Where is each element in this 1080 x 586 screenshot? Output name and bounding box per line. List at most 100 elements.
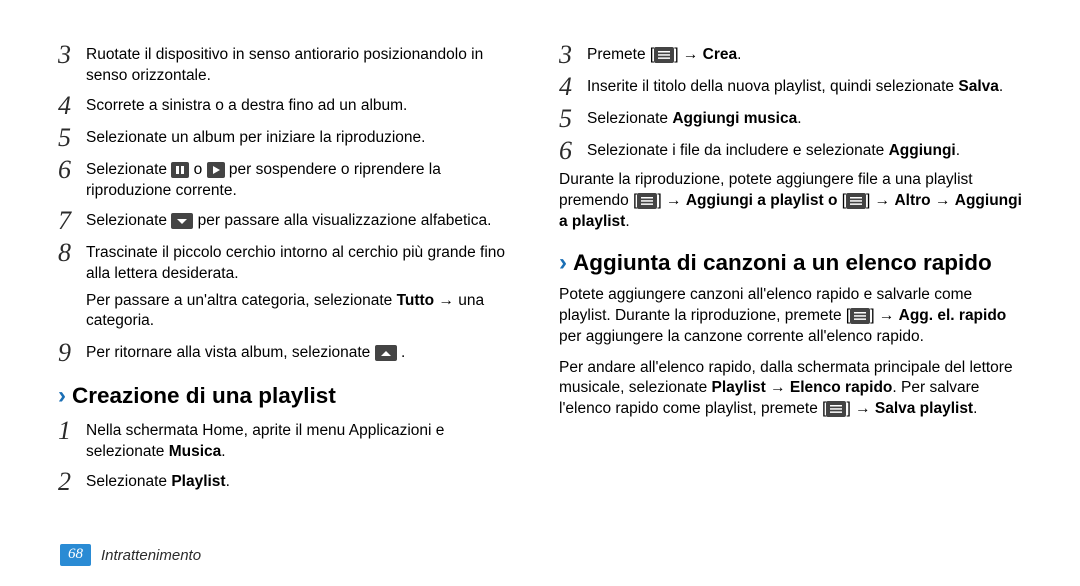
text-part: .: [999, 78, 1003, 95]
step-7: 7 Selezionate per passare alla visualizz…: [58, 208, 521, 234]
text-part: Selezionate: [86, 473, 171, 490]
text-part: .: [226, 473, 230, 490]
step-number: 5: [58, 125, 86, 151]
text-part: ] →: [870, 307, 898, 324]
step-6: 6 Selezionate o per sospendere o riprend…: [58, 157, 521, 202]
step-1-playlist: 1 Nella schermata Home, aprite il menu A…: [58, 418, 521, 463]
step-3: 3 Ruotate il dispositivo in senso antior…: [58, 42, 521, 87]
bold-text: Crea: [703, 46, 737, 63]
text-part: .: [401, 344, 405, 361]
step-text: Scorrete a sinistra o a destra fino ad u…: [86, 93, 407, 117]
bold-text: Aggiungi: [889, 142, 956, 159]
step-5-right: 5 Selezionate Aggiungi musica.: [559, 106, 1022, 132]
text-part: .: [956, 142, 960, 159]
step-text: Nella schermata Home, aprite il menu App…: [86, 418, 521, 463]
playback-note: Durante la riproduzione, potete aggiunge…: [559, 170, 1022, 233]
step-4: 4 Scorrete a sinistra o a destra fino ad…: [58, 93, 521, 119]
bold-text: Salva: [958, 78, 999, 95]
step-text: Per ritornare alla vista album, selezion…: [86, 340, 405, 364]
menu-icon: [637, 193, 657, 209]
text-part: Inserite il titolo della nuova playlist,…: [587, 78, 958, 95]
text-part: [: [837, 192, 846, 209]
bold-text: Altro: [894, 192, 930, 209]
page-footer: 68 Intrattenimento: [60, 544, 201, 566]
right-column: 3 Premete [ ] → Crea. 4 Inserite il titol…: [559, 42, 1022, 522]
text-part: Selezionate: [587, 110, 672, 127]
step-number: 2: [58, 469, 86, 495]
bold-text: Salva playlist: [875, 400, 973, 417]
text-part: .: [221, 443, 225, 460]
step-text: Selezionate i file da includere e selezi…: [587, 138, 960, 162]
text-part: .: [737, 46, 741, 63]
step-6-right: 6 Selezionate i file da includere e sele…: [559, 138, 1022, 164]
bold-text: Aggiungi musica: [672, 110, 797, 127]
step-4-right: 4 Inserite il titolo della nuova playlis…: [559, 74, 1022, 100]
text-part: .: [625, 213, 629, 230]
step-9: 9 Per ritornare alla vista album, selezi…: [58, 340, 521, 366]
step-text: Selezionate un album per iniziare la rip…: [86, 125, 425, 149]
bold-text: Aggiungi a playlist o: [686, 192, 838, 209]
chevron-down-icon: [171, 213, 193, 229]
chevron-right-icon: ›: [559, 249, 567, 277]
step-number: 1: [58, 418, 86, 444]
step-text: Selezionate per passare alla visualizzaz…: [86, 208, 491, 232]
bold-text: Elenco rapido: [790, 379, 893, 396]
text-part: .: [973, 400, 977, 417]
quicklist-para-1: Potete aggiungere canzoni all'elenco rap…: [559, 285, 1022, 348]
heading-quicklist: › Aggiunta di canzoni a un elenco rapido: [559, 249, 1022, 277]
text-part: Selezionate: [86, 161, 171, 178]
quicklist-para-2: Per andare all'elenco rapido, dalla sche…: [559, 358, 1022, 421]
step-number: 4: [559, 74, 587, 100]
bold-text: Musica: [169, 443, 222, 460]
step-5: 5 Selezionate un album per iniziare la r…: [58, 125, 521, 151]
bold-text: Playlist: [712, 379, 766, 396]
text-part: ] →: [674, 46, 702, 63]
step-number: 8: [58, 240, 86, 266]
step-3-right: 3 Premete [ ] → Crea.: [559, 42, 1022, 68]
step-number: 4: [58, 93, 86, 119]
text-part: .: [797, 110, 801, 127]
chevron-right-icon: ›: [58, 382, 66, 410]
text-part: ] →: [846, 400, 874, 417]
step-text: Premete [ ] → Crea.: [587, 42, 741, 66]
step-text: Selezionate Playlist.: [86, 469, 230, 493]
menu-icon: [654, 47, 674, 63]
bold-text: Agg. el. rapido: [899, 307, 1007, 324]
step-number: 6: [58, 157, 86, 183]
bold-text: Tutto: [397, 292, 435, 309]
step-number: 7: [58, 208, 86, 234]
text-part: per passare alla visualizzazione alfabet…: [198, 212, 492, 229]
text-part: Premete [: [587, 46, 654, 63]
step-text: Ruotate il dispositivo in senso antiorar…: [86, 42, 521, 87]
step-number: 3: [58, 42, 86, 68]
step-8-note: Per passare a un'altra categoria, selezi…: [86, 291, 521, 333]
step-number: 9: [58, 340, 86, 366]
text-part: →: [931, 192, 955, 209]
pause-icon: [171, 162, 189, 178]
section-label: Intrattenimento: [101, 547, 201, 564]
text-part: Nella schermata Home, aprite il menu App…: [86, 422, 444, 460]
step-text: Selezionate Aggiungi musica.: [587, 106, 802, 130]
heading-text: Creazione di una playlist: [72, 383, 336, 409]
step-number: 5: [559, 106, 587, 132]
play-icon: [207, 162, 225, 178]
step-number: 6: [559, 138, 587, 164]
step-number: 3: [559, 42, 587, 68]
heading-create-playlist: › Creazione di una playlist: [58, 382, 521, 410]
text-part: Selezionate: [86, 212, 171, 229]
step-2-playlist: 2 Selezionate Playlist.: [58, 469, 521, 495]
chevron-up-icon: [375, 345, 397, 361]
left-column: 3 Ruotate il dispositivo in senso antior…: [58, 42, 521, 522]
text-part: Per passare a un'altra categoria, selezi…: [86, 292, 397, 309]
page-columns: 3 Ruotate il dispositivo in senso antior…: [58, 42, 1022, 522]
menu-icon: [846, 193, 866, 209]
text-part: per aggiungere la canzone corrente all'e…: [559, 328, 924, 345]
page-number: 68: [60, 544, 91, 566]
text-part: ] →: [866, 192, 894, 209]
menu-icon: [826, 401, 846, 417]
step-text: Selezionate o per sospendere o riprender…: [86, 157, 521, 202]
text-part: Per ritornare alla vista album, selezion…: [86, 344, 375, 361]
step-8: 8 Trascinate il piccolo cerchio intorno …: [58, 240, 521, 285]
text-part: →: [766, 379, 790, 396]
heading-text: Aggiunta di canzoni a un elenco rapido: [573, 250, 992, 276]
